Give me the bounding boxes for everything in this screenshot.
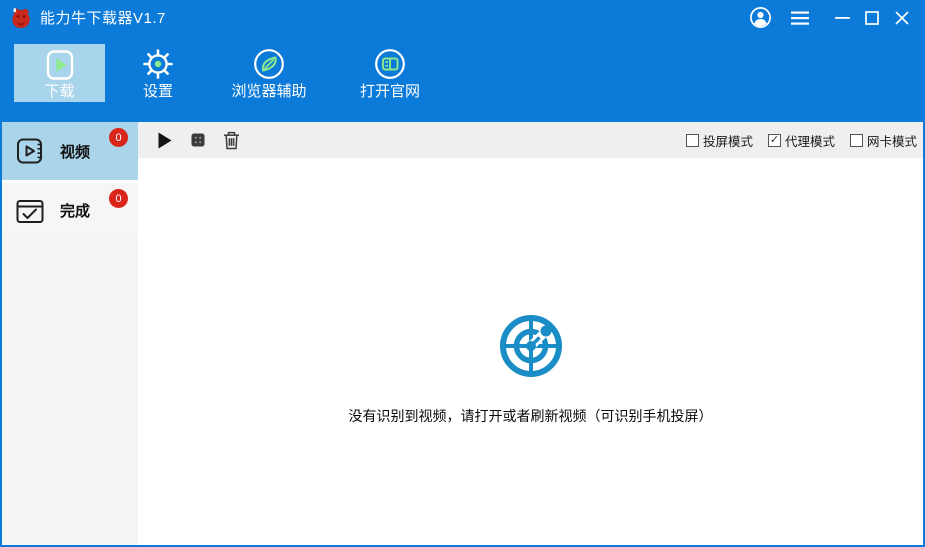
tab-browser-assist-label: 浏览器辅助 [231, 84, 306, 100]
video-list-icon [14, 135, 46, 167]
tab-download[interactable]: 下载 [14, 44, 105, 102]
window-check-icon [14, 195, 46, 227]
empty-state: 没有识别到视频，请打开或者刷新视频（可识别手机投屏） [138, 158, 923, 545]
minimize-button[interactable] [827, 4, 857, 32]
cast-screen-label: 投屏模式 [703, 131, 753, 150]
sidebar: 视频 0 完成 0 [2, 122, 138, 545]
close-button[interactable] [887, 4, 917, 32]
radar-icon [497, 312, 565, 385]
action-bar: 投屏模式 ✓ 代理模式 网卡模式 [138, 122, 923, 158]
network-card-label: 网卡模式 [867, 131, 917, 150]
avatar-icon[interactable] [745, 4, 775, 32]
app-window: 能力牛下载器V1.7 [0, 0, 925, 547]
stop-icon[interactable] [188, 129, 208, 151]
videos-count-badge: 0 [109, 128, 128, 147]
book-circle-icon [373, 47, 407, 81]
trash-icon[interactable] [221, 129, 241, 151]
sidebar-item-videos[interactable]: 视频 0 [2, 122, 138, 180]
play-square-icon [42, 47, 78, 83]
leaf-circle-icon [252, 47, 286, 81]
sidebar-filler [2, 238, 138, 545]
proxy-checkbox[interactable]: ✓ [768, 134, 781, 147]
bull-app-icon [10, 7, 32, 29]
tab-open-website-label: 打开官网 [360, 84, 420, 100]
app-title: 能力牛下载器V1.7 [40, 7, 166, 28]
completed-count-badge: 0 [109, 189, 128, 208]
play-icon[interactable] [155, 129, 175, 151]
mode-proxy[interactable]: ✓ 代理模式 [768, 131, 835, 150]
proxy-label: 代理模式 [785, 131, 835, 150]
mode-cast-screen[interactable]: 投屏模式 [686, 131, 753, 150]
ribbon-toolbar: 下载 设置 [2, 35, 923, 122]
cast-screen-checkbox[interactable] [686, 134, 699, 147]
tab-settings[interactable]: 设置 [118, 44, 198, 102]
tab-open-website[interactable]: 打开官网 [342, 44, 438, 102]
gear-icon [141, 47, 175, 81]
empty-state-message: 没有识别到视频，请打开或者刷新视频（可识别手机投屏） [349, 406, 713, 426]
main-panel: 投屏模式 ✓ 代理模式 网卡模式 [138, 122, 923, 545]
sidebar-item-completed[interactable]: 完成 0 [2, 180, 138, 238]
sidebar-item-completed-label: 完成 [60, 200, 90, 221]
tab-browser-assist[interactable]: 浏览器辅助 [210, 44, 328, 102]
tab-download-label: 下载 [44, 84, 74, 100]
maximize-button[interactable] [857, 4, 887, 32]
hamburger-icon[interactable] [785, 4, 815, 32]
tab-settings-label: 设置 [143, 84, 173, 100]
title-bar: 能力牛下载器V1.7 [2, 0, 923, 35]
mode-network-card[interactable]: 网卡模式 [850, 131, 917, 150]
network-card-checkbox[interactable] [850, 134, 863, 147]
sidebar-item-videos-label: 视频 [60, 141, 90, 162]
